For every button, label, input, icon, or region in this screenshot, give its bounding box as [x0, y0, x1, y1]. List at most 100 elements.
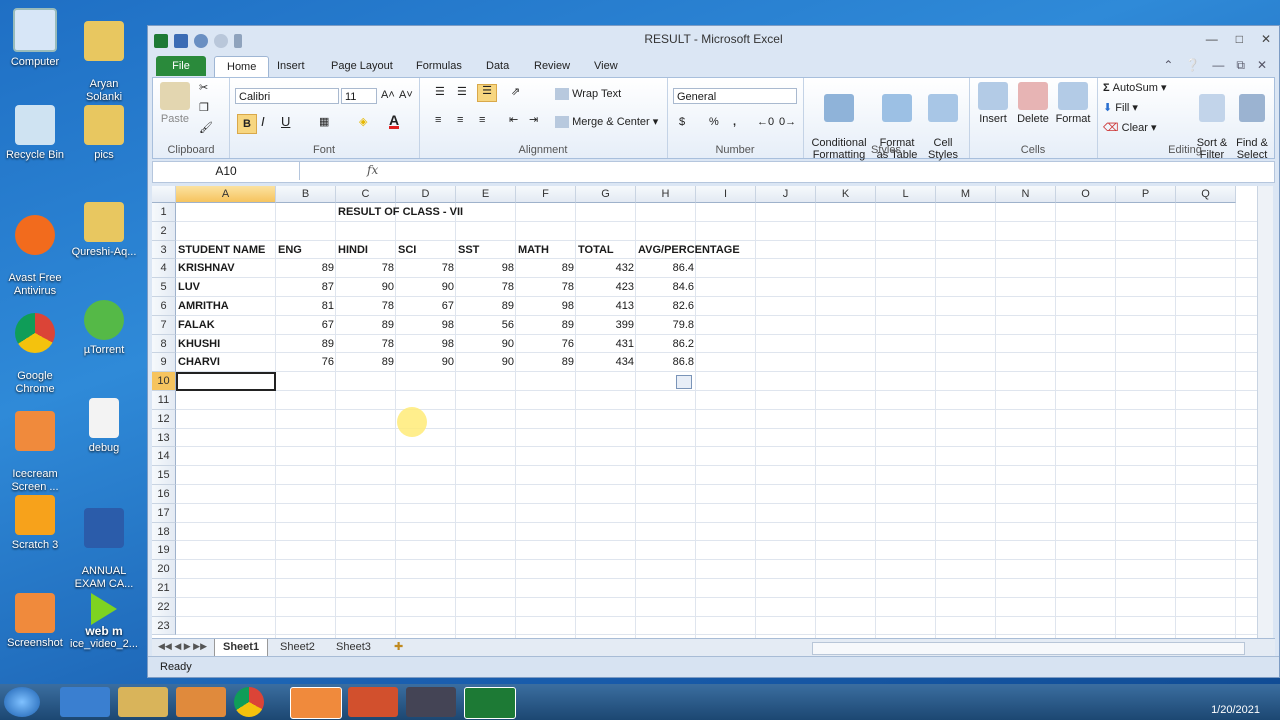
insert-sheet-icon[interactable]: ✚ [386, 639, 411, 656]
score-cell[interactable]: 89 [516, 316, 576, 334]
increase-indent-icon[interactable]: ⇥ [529, 114, 538, 126]
column-header-b[interactable]: B [276, 186, 336, 203]
desktop-icon-qureshi[interactable]: Qureshi-Aq... [70, 202, 138, 259]
min-doc-icon[interactable]: — [1212, 58, 1224, 73]
fill-color-icon[interactable]: ◈ [359, 116, 367, 128]
percent-button[interactable]: % [709, 116, 719, 128]
italic-button[interactable]: I [261, 115, 265, 128]
clock[interactable]: 1/20/2021 [1211, 687, 1260, 717]
tab-file[interactable]: File [156, 56, 206, 76]
column-header-a[interactable]: A [176, 186, 276, 203]
taskbar-icecream-icon[interactable] [290, 687, 342, 719]
score-cell[interactable]: 98 [396, 316, 456, 334]
align-right-icon[interactable]: ≡ [479, 114, 485, 126]
grow-font-icon[interactable]: A˄ [381, 89, 395, 101]
horizontal-scrollbar[interactable] [812, 642, 1245, 655]
tab-data[interactable]: Data [486, 56, 509, 76]
student-name-cell[interactable]: AMRITHA [176, 297, 276, 315]
score-cell[interactable]: 76 [276, 353, 336, 371]
score-cell[interactable]: 90 [456, 353, 516, 371]
row-header-19[interactable]: 19 [152, 541, 176, 561]
tab-insert[interactable]: Insert [277, 56, 305, 76]
copy-icon[interactable]: ❐ [199, 102, 209, 114]
currency-button[interactable]: $ [679, 116, 685, 128]
desktop-icon-debug[interactable]: debug [70, 398, 138, 455]
score-cell[interactable]: 89 [336, 316, 396, 334]
decrease-decimal-icon[interactable]: 0→ [779, 116, 796, 128]
score-cell[interactable]: 89 [456, 297, 516, 315]
score-cell[interactable]: 78 [456, 278, 516, 296]
tab-page-layout[interactable]: Page Layout [331, 56, 393, 76]
header-cell[interactable]: MATH [516, 241, 576, 259]
spreadsheet-grid[interactable]: A B C D E F G H I J K L M N O P Q 1 2 3 4 5 6 7 8 9 10 11 12 13 14 15 16… [152, 186, 1257, 638]
column-header-g[interactable]: G [576, 186, 636, 203]
score-cell[interactable]: 78 [336, 259, 396, 277]
select-all-corner[interactable] [152, 186, 176, 203]
desktop-icon-utorrent[interactable]: µTorrent [70, 300, 138, 357]
score-cell[interactable]: 434 [576, 353, 636, 371]
row-header-1[interactable]: 1 [152, 203, 176, 222]
student-name-cell[interactable]: CHARVI [176, 353, 276, 371]
column-header-l[interactable]: L [876, 186, 936, 203]
student-name-cell[interactable]: KHUSHI [176, 335, 276, 353]
score-cell[interactable]: 89 [336, 353, 396, 371]
restore-doc-icon[interactable]: ⧉ [1236, 58, 1245, 73]
shrink-font-icon[interactable]: A˅ [399, 89, 413, 101]
taskbar-excel-icon[interactable] [464, 687, 516, 719]
desktop-icon-icecream[interactable]: Icecream Screen ... [1, 398, 69, 494]
close-doc-icon[interactable]: ✕ [1257, 58, 1267, 73]
name-box[interactable]: A10 [153, 162, 300, 180]
score-cell[interactable]: 86.2 [636, 335, 696, 353]
comma-button[interactable]: , [733, 116, 736, 128]
score-cell[interactable]: 90 [336, 278, 396, 296]
sheet-nav-icons[interactable]: ◀◀ ◀ ▶ ▶▶ [158, 641, 207, 652]
row-header-21[interactable]: 21 [152, 579, 176, 598]
active-cell-a10[interactable] [176, 372, 276, 391]
column-header-j[interactable]: J [756, 186, 816, 203]
score-cell[interactable]: 98 [456, 259, 516, 277]
column-header-c[interactable]: C [336, 186, 396, 203]
taskbar-chrome-icon[interactable] [234, 687, 264, 717]
score-cell[interactable]: 413 [576, 297, 636, 315]
row-header-12[interactable]: 12 [152, 409, 176, 429]
orientation-icon[interactable]: ⇗ [511, 86, 520, 98]
score-cell[interactable]: 86.8 [636, 353, 696, 371]
sheet-tab-2[interactable]: Sheet2 [272, 639, 323, 656]
align-top-icon[interactable]: ☰ [435, 86, 445, 98]
row-header-5[interactable]: 5 [152, 278, 176, 297]
desktop-icon-computer[interactable]: Computer [1, 8, 69, 69]
number-format-select[interactable]: General [673, 88, 797, 104]
score-cell[interactable]: 56 [456, 316, 516, 334]
row-header-9[interactable]: 9 [152, 353, 176, 373]
score-cell[interactable]: 86.4 [636, 259, 696, 277]
align-middle-icon[interactable]: ☰ [457, 86, 467, 98]
score-cell[interactable]: 82.6 [636, 297, 696, 315]
row-header-17[interactable]: 17 [152, 503, 176, 523]
desktop-icon-chrome[interactable]: Google Chrome [1, 300, 69, 396]
taskbar-media-icon[interactable] [176, 687, 226, 717]
header-cell[interactable]: AVG/PERCENTAGE [636, 241, 776, 259]
column-header-q[interactable]: Q [1176, 186, 1236, 203]
start-button[interactable] [4, 687, 40, 717]
maximize-icon[interactable]: □ [1236, 32, 1243, 46]
row-header-14[interactable]: 14 [152, 447, 176, 467]
score-cell[interactable]: 399 [576, 316, 636, 334]
row-header-23[interactable]: 23 [152, 616, 176, 636]
increase-decimal-icon[interactable]: ←0 [757, 116, 774, 128]
score-cell[interactable]: 89 [276, 335, 336, 353]
score-cell[interactable]: 78 [396, 259, 456, 277]
tab-view[interactable]: View [594, 56, 618, 76]
merge-center-button[interactable]: Merge & Center ▾ [555, 116, 658, 129]
header-cell[interactable]: HINDI [336, 241, 396, 259]
student-name-cell[interactable]: FALAK [176, 316, 276, 334]
score-cell[interactable]: 89 [516, 353, 576, 371]
row-header-10[interactable]: 10 [152, 372, 176, 391]
header-cell[interactable]: SCI [396, 241, 456, 259]
font-name-select[interactable]: Calibri [235, 88, 339, 104]
row-header-8[interactable]: 8 [152, 334, 176, 354]
score-cell[interactable]: 79.8 [636, 316, 696, 334]
column-header-n[interactable]: N [996, 186, 1056, 203]
score-cell[interactable]: 78 [336, 335, 396, 353]
align-left-icon[interactable]: ≡ [435, 114, 441, 126]
header-cell[interactable]: TOTAL [576, 241, 636, 259]
